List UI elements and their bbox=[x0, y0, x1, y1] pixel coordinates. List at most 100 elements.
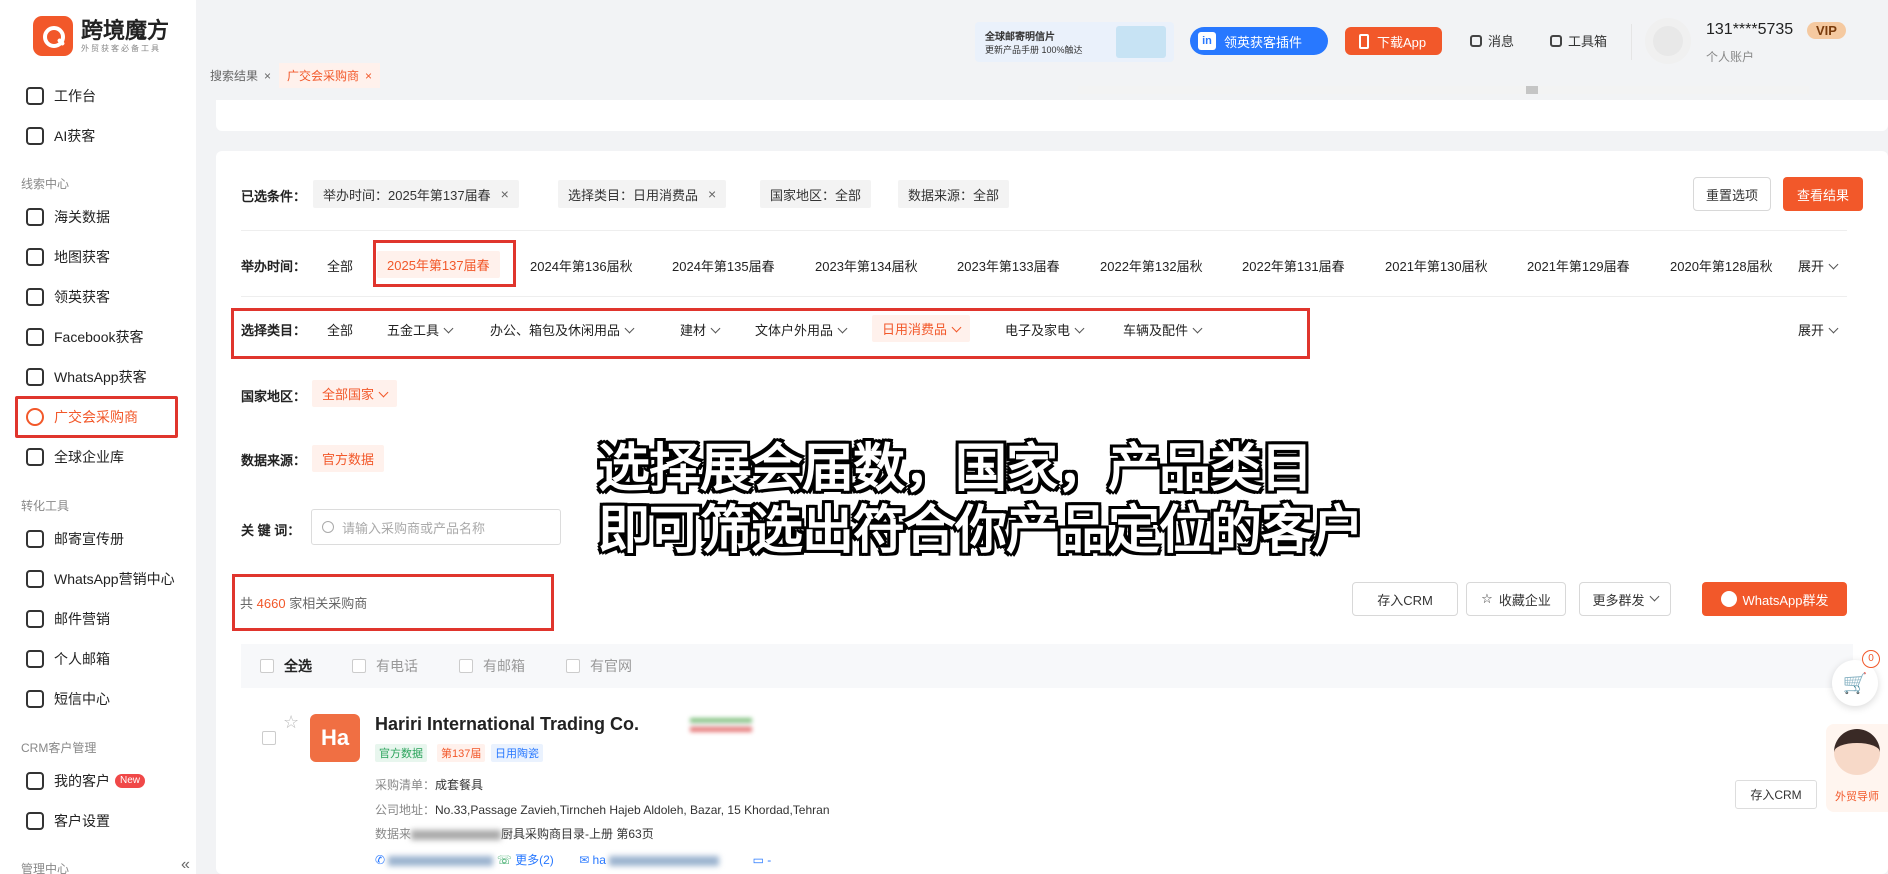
company-name[interactable]: Hariri International Trading Co. bbox=[375, 714, 639, 735]
chevron-down-icon bbox=[378, 387, 389, 398]
reset-button[interactable]: 重置选项 bbox=[1693, 177, 1771, 211]
category-expand-button[interactable]: 展开 bbox=[1798, 320, 1839, 339]
sidebar-item-facebook[interactable]: Facebook获客 bbox=[26, 323, 143, 351]
tab-canton-buyers[interactable]: 广交会采购商 × bbox=[279, 63, 381, 88]
time-option[interactable]: 2022年第131届春 bbox=[1242, 256, 1345, 275]
horizontal-scrollbar[interactable] bbox=[1078, 86, 1809, 94]
sidebar-item-map[interactable]: 地图获客 bbox=[26, 243, 110, 271]
checkbox-icon bbox=[566, 659, 580, 673]
time-option[interactable]: 2023年第134届秋 bbox=[815, 256, 918, 275]
inbox-icon bbox=[26, 650, 44, 668]
app-logo[interactable]: 跨境魔方 外贸获客必备工具 bbox=[33, 16, 169, 56]
avatar[interactable] bbox=[1645, 18, 1691, 64]
user-phone[interactable]: 131****5735 bbox=[1706, 21, 1793, 39]
close-icon[interactable]: × bbox=[501, 186, 509, 202]
toolbox-link[interactable]: 工具箱 bbox=[1550, 31, 1607, 50]
globe-icon bbox=[26, 408, 44, 426]
category-option[interactable]: 电子及家电 bbox=[1005, 320, 1085, 339]
tab-search-results[interactable]: 搜索结果 × bbox=[202, 63, 279, 88]
country-select[interactable]: 全部国家 bbox=[312, 380, 398, 407]
category-option[interactable]: 文体户外用品 bbox=[755, 320, 848, 339]
chevron-down-icon bbox=[1649, 591, 1659, 601]
postcard-banner[interactable]: 全球邮寄明信片 更新产品手册 100%触达 bbox=[975, 22, 1174, 62]
divider bbox=[241, 230, 1847, 231]
contact-row: ✆ ☏ 更多(2) ✉ ha ▭ - bbox=[375, 851, 771, 868]
sidebar-item-whatsapp-marketing[interactable]: WhatsApp营销中心 bbox=[26, 565, 175, 593]
category-option-selected[interactable]: 日用消费品 bbox=[872, 315, 971, 342]
favorite-company-button[interactable]: ☆ 收藏企业 bbox=[1466, 582, 1566, 616]
has-email-checkbox[interactable]: 有邮箱 bbox=[459, 656, 525, 676]
sidebar-item-ai[interactable]: AI获客 bbox=[26, 122, 95, 150]
close-icon[interactable]: × bbox=[365, 69, 372, 83]
sidebar-item-brochure[interactable]: 邮寄宣传册 bbox=[26, 525, 124, 553]
website-value: - bbox=[767, 853, 772, 867]
has-phone-checkbox[interactable]: 有电话 bbox=[352, 656, 418, 676]
time-option[interactable]: 2021年第129届春 bbox=[1527, 256, 1630, 275]
section-crm: CRM客户管理 bbox=[21, 741, 97, 755]
select-all-checkbox[interactable]: 全选 bbox=[260, 656, 312, 676]
chevron-down-icon bbox=[951, 322, 962, 333]
category-option[interactable]: 五金工具 bbox=[387, 320, 454, 339]
tag-session: 第137届 bbox=[437, 744, 486, 762]
email-value[interactable]: ha bbox=[593, 853, 606, 867]
close-icon[interactable]: × bbox=[708, 186, 716, 202]
more-broadcast-button[interactable]: 更多群发 bbox=[1579, 582, 1671, 616]
time-option[interactable]: 2024年第135届春 bbox=[672, 256, 775, 275]
more-phones-link[interactable]: 更多(2) bbox=[515, 853, 554, 867]
time-expand-button[interactable]: 展开 bbox=[1798, 256, 1839, 275]
time-option[interactable]: 全部 bbox=[327, 256, 353, 275]
section-leads: 线索中心 bbox=[21, 177, 70, 191]
time-option[interactable]: 2024年第136届秋 bbox=[530, 256, 633, 275]
sidebar-item-customs[interactable]: 海关数据 bbox=[26, 203, 110, 231]
download-app-button[interactable]: 下载App bbox=[1345, 27, 1442, 55]
time-option[interactable]: 2020年第128届秋 bbox=[1670, 256, 1773, 275]
sidebar-item-linkedin[interactable]: 领英获客 bbox=[26, 283, 110, 311]
postcard-image bbox=[1116, 26, 1166, 58]
category-option[interactable]: 全部 bbox=[327, 320, 353, 339]
favorite-star-icon[interactable]: ☆ bbox=[283, 712, 299, 733]
time-option[interactable]: 2022年第132届秋 bbox=[1100, 256, 1203, 275]
messages-link[interactable]: 消息 bbox=[1470, 31, 1514, 50]
sidebar-item-customer-settings[interactable]: 客户设置 bbox=[26, 807, 110, 835]
sidebar-item-canton-buyers[interactable]: 广交会采购商 bbox=[26, 403, 138, 431]
ai-icon bbox=[26, 127, 44, 145]
checkbox-icon bbox=[260, 659, 274, 673]
account-link[interactable]: 个人账户 bbox=[1706, 48, 1754, 65]
category-option[interactable]: 办公、箱包及休闲用品 bbox=[490, 320, 635, 339]
linkedin-plugin-button[interactable]: in 领英获客插件 bbox=[1190, 27, 1328, 55]
source-option-selected[interactable]: 官方数据 bbox=[312, 445, 385, 472]
chevron-down-icon bbox=[1074, 323, 1085, 334]
chevron-down-icon bbox=[1192, 323, 1203, 334]
trade-tutor-widget[interactable]: 外贸导师 bbox=[1826, 724, 1888, 812]
sidebar-item-whatsapp[interactable]: WhatsApp获客 bbox=[26, 363, 147, 391]
keyword-input[interactable]: 请输入采购商或产品名称 bbox=[311, 509, 561, 545]
sidebar-item-sms[interactable]: 短信中心 bbox=[26, 685, 110, 713]
phone-icon bbox=[1359, 33, 1369, 49]
whatsapp-broadcast-button[interactable]: WhatsApp群发 bbox=[1702, 582, 1847, 616]
view-results-button[interactable]: 查看结果 bbox=[1783, 177, 1863, 211]
chevron-down-icon bbox=[443, 323, 454, 334]
chevron-down-icon bbox=[710, 323, 721, 334]
has-website-checkbox[interactable]: 有官网 bbox=[566, 656, 632, 676]
sidebar-item-email-marketing[interactable]: 邮件营销 bbox=[26, 605, 110, 633]
linkedin-icon: in bbox=[1198, 32, 1216, 50]
collapse-sidebar-icon[interactable]: « bbox=[181, 856, 190, 874]
card-save-crm-button[interactable]: 存入CRM bbox=[1735, 780, 1817, 809]
save-crm-button[interactable]: 存入CRM bbox=[1352, 582, 1458, 616]
sidebar-item-workbench[interactable]: 工作台 bbox=[26, 82, 96, 110]
time-option[interactable]: 2021年第130届秋 bbox=[1385, 256, 1488, 275]
map-icon bbox=[26, 248, 44, 266]
close-icon[interactable]: × bbox=[264, 69, 271, 83]
whatsapp-icon: ☏ bbox=[496, 853, 512, 867]
category-option[interactable]: 建材 bbox=[680, 320, 721, 339]
caption-line-2: 即可筛选出符合你产品定位的客户 bbox=[598, 501, 1364, 561]
tutor-avatar bbox=[1834, 729, 1880, 775]
sidebar-item-global-companies[interactable]: 全球企业库 bbox=[26, 443, 124, 471]
company-checkbox[interactable] bbox=[262, 731, 286, 745]
section-admin: 管理中心 bbox=[21, 862, 70, 874]
sidebar-item-my-customers[interactable]: 我的客户 New bbox=[26, 767, 146, 795]
category-option[interactable]: 车辆及配件 bbox=[1123, 320, 1203, 339]
time-option[interactable]: 2023年第133届春 bbox=[957, 256, 1060, 275]
sidebar-item-personal-mailbox[interactable]: 个人邮箱 bbox=[26, 645, 110, 673]
chevron-down-icon bbox=[837, 323, 848, 334]
